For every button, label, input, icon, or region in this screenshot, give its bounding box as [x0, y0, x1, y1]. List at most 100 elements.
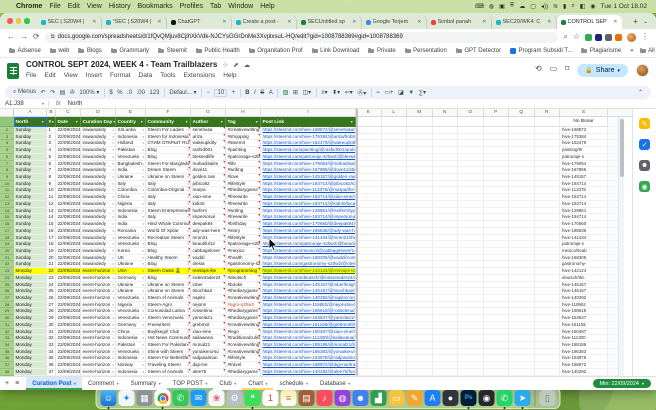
row-number[interactable]: 18 [0, 234, 14, 242]
cell-community[interactable]: World Of Xpilar ▾ [146, 227, 191, 235]
empty-cell[interactable] [381, 147, 407, 154]
cell-curator[interactable]: event-horizon ▾ [81, 335, 116, 342]
cell-link[interactable]: https://steemit.com/hive-175384/@ariza/h… [261, 133, 356, 141]
empty-cell[interactable] [381, 328, 407, 336]
cell-ref[interactable]: patronaje-s [560, 153, 608, 161]
browser-tab[interactable]: *SEC | S20W4 | ✕ [102, 15, 167, 29]
dropdown-icon[interactable]: ▾ [187, 308, 189, 314]
row-number-header[interactable] [0, 117, 14, 127]
empty-cell[interactable] [534, 368, 560, 376]
cell-date[interactable]: 22/09/2024 [56, 221, 81, 228]
cell-ref[interactable]: hive-184714 [560, 194, 608, 201]
post-link[interactable]: https://steemit.com/hive-184714/@xiao-ei… [263, 194, 356, 199]
cell-ref[interactable]: hive-184714 [560, 214, 608, 222]
empty-cell[interactable] [407, 288, 433, 295]
row-number[interactable]: 36 [0, 355, 14, 363]
browser-profile-avatar[interactable] [627, 32, 636, 42]
post-link[interactable]: https://steemit.com/painting/@rashid001/… [263, 147, 356, 152]
cell-ref[interactable]: hive-140292 [560, 294, 608, 302]
cell-num[interactable]: 17 [47, 234, 56, 242]
dropdown-icon[interactable]: ▾ [187, 335, 189, 341]
cell-curator[interactable]: irawandedy ▾ [81, 227, 116, 235]
insert-link-button[interactable]: ⌁ [376, 89, 380, 96]
empty-cell[interactable] [432, 368, 458, 376]
empty-cell[interactable] [483, 174, 509, 181]
cell-author[interactable]: dove11 [191, 167, 226, 175]
empty-cell[interactable] [483, 180, 509, 188]
print-icon[interactable]: ▤ [60, 89, 66, 96]
cell-tag[interactable]: #mexico [226, 247, 261, 255]
cell-ref[interactable]: gastronomy- [560, 261, 608, 269]
empty-cell[interactable] [432, 288, 458, 295]
empty-cell[interactable] [483, 221, 509, 228]
close-window-button[interactable] [7, 18, 13, 24]
cell-date[interactable]: 22/09/2024 [56, 187, 81, 195]
empty-cell[interactable] [509, 140, 535, 148]
cell-date[interactable]: 22/09/2024 [56, 200, 81, 208]
dropdown-icon[interactable]: ▾ [187, 268, 189, 274]
empty-cell[interactable] [356, 368, 382, 376]
sheet-tab-menu-icon[interactable]: ▾ [306, 381, 308, 386]
empty-cell[interactable] [432, 362, 458, 369]
row-number[interactable]: 13 [0, 200, 14, 208]
tasks-icon[interactable]: ✓ [639, 139, 650, 150]
empty-cell[interactable] [534, 127, 560, 134]
cell-tag[interactable]: #thediarygame [226, 308, 261, 316]
empty-cell[interactable] [356, 342, 382, 349]
cell-country[interactable]: Venezuela ▾ [116, 294, 146, 302]
empty-cell[interactable] [356, 127, 382, 134]
cell-author[interactable]: indextrader24 [191, 274, 226, 282]
dropdown-icon[interactable]: ▾ [112, 174, 114, 180]
dropdown-icon[interactable]: ▾ [142, 322, 144, 328]
cell-community[interactable]: Boylikegirl Club ▾ [146, 328, 191, 336]
contacts-dock-icon[interactable]: ☻ [352, 390, 369, 406]
empty-cell[interactable] [458, 308, 484, 316]
post-link[interactable]: https://steemit.com/hive-184714/@kidi40/… [263, 201, 356, 206]
cell-date[interactable]: 23/09/2024 [56, 321, 81, 329]
dropdown-icon[interactable]: ▾ [187, 302, 189, 308]
cell-date[interactable]: 23/09/2024 [56, 335, 81, 342]
cell-author[interactable]: sailawana [191, 335, 226, 342]
menu-extensions[interactable]: Extensions [183, 72, 215, 79]
cell-tag[interactable]: #creativewriting [226, 127, 261, 134]
empty-cell[interactable] [356, 194, 382, 201]
cell-tag[interactable]: #freewrite [226, 214, 261, 222]
empty-cell[interactable] [432, 241, 458, 248]
post-link[interactable]: https://steemit.com/hive-188972/@digi-me… [263, 362, 356, 367]
empty-cell[interactable] [407, 261, 433, 269]
dropdown-icon[interactable]: ▾ [142, 140, 144, 146]
empty-cell[interactable] [534, 153, 560, 161]
cell-num[interactable]: 11 [47, 194, 56, 201]
empty-cell[interactable] [458, 288, 484, 295]
empty-cell[interactable] [432, 268, 458, 275]
dropdown-icon[interactable]: ▾ [187, 181, 189, 187]
cell-tag[interactable]: #writing [226, 207, 261, 215]
empty-cell[interactable] [356, 355, 382, 363]
cell-tag[interactable]: #freewrite [226, 200, 261, 208]
empty-cell[interactable] [356, 362, 382, 369]
row-number[interactable]: 6 [0, 153, 14, 161]
dropdown-icon[interactable]: ▾ [142, 221, 144, 227]
empty-cell[interactable] [483, 160, 509, 168]
filter-icon[interactable]: ▼ [51, 120, 54, 124]
cell-num[interactable]: 36 [47, 362, 56, 369]
empty-cell[interactable] [381, 207, 407, 215]
empty-cell[interactable] [458, 194, 484, 201]
empty-cell[interactable] [483, 254, 509, 262]
cell-country[interactable]: China ▾ [116, 194, 146, 201]
photos-icon[interactable]: ❀ [208, 390, 225, 406]
extension-icon-2[interactable] [605, 33, 612, 41]
empty-cell[interactable] [356, 221, 382, 228]
row-number[interactable]: 23 [0, 268, 14, 275]
cell-date[interactable]: 23/09/2024 [56, 294, 81, 302]
cell-date[interactable]: 22/09/2024 [56, 140, 81, 148]
cell-link[interactable]: https://steemit.com/gastronomy-s20w2/@ol… [261, 261, 356, 269]
cell-tag[interactable]: #agro-s20w2 [226, 301, 261, 309]
bookmark-link-download[interactable]: Link Download [311, 47, 359, 54]
dropdown-icon[interactable]: ▾ [112, 214, 114, 220]
cell-tag[interactable]: #lifestyle [226, 355, 261, 363]
menubar-item-help[interactable]: Help [260, 3, 274, 10]
empty-cell[interactable] [432, 328, 458, 336]
cell-curator[interactable]: irawandedy ▾ [81, 221, 116, 228]
cell-curator[interactable]: irawandedy ▾ [81, 214, 116, 222]
